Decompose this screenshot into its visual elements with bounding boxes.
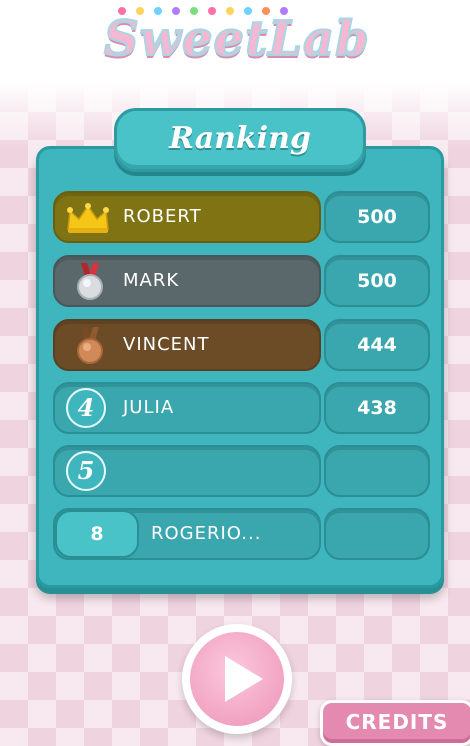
player-name: MARK [123, 270, 180, 291]
play-button[interactable] [182, 624, 292, 734]
silver-medal-icon [77, 263, 103, 300]
ranking-row: 4 JULIA 438 [53, 382, 430, 434]
player-score: 500 [357, 206, 397, 228]
score-cell [324, 508, 430, 560]
player-name: ROBERT [123, 206, 202, 227]
name-cell: VINCENT [53, 319, 321, 371]
player-name: JULIA [123, 397, 175, 418]
play-button-face [190, 632, 284, 726]
player-score: 500 [357, 270, 397, 292]
player-score: 444 [357, 334, 397, 356]
name-cell: 5 [53, 445, 321, 497]
rank-number: 4 [66, 388, 106, 428]
ranking-title: Ranking [169, 121, 311, 156]
ranking-row: VINCENT 444 [53, 319, 430, 371]
name-cell: ROBERT [53, 191, 321, 243]
play-icon [225, 656, 263, 702]
current-player-row: 8 ROGERIO... [53, 508, 430, 560]
current-player-name: ROGERIO... [151, 523, 262, 544]
name-cell: 8 ROGERIO... [53, 508, 321, 560]
bronze-medal-icon [77, 327, 103, 364]
name-cell: 4 JULIA [53, 382, 321, 434]
player-name: VINCENT [123, 334, 210, 355]
player-score: 438 [357, 397, 397, 419]
name-cell: MARK [53, 255, 321, 307]
ranking-title-tab: Ranking [114, 108, 366, 172]
score-cell: 500 [324, 255, 430, 307]
rank-number: 5 [66, 451, 106, 491]
credits-button[interactable]: CREDITS [320, 700, 470, 746]
current-player-score [326, 510, 428, 558]
current-player-rank: 8 [55, 510, 139, 558]
score-cell: 500 [324, 191, 430, 243]
logo-text: SweetLab [103, 10, 370, 68]
game-logo: SweetLab [103, 4, 370, 70]
ranking-row: 5 [53, 445, 430, 497]
ranking-board: ROBERT 500 MARK 500 VINCENT 444 4 JULIA … [36, 146, 444, 588]
ranking-row: ROBERT 500 [53, 191, 430, 243]
score-cell: 444 [324, 319, 430, 371]
player-score [326, 447, 428, 495]
crown-icon [67, 203, 109, 233]
score-cell: 438 [324, 382, 430, 434]
ranking-row: MARK 500 [53, 255, 430, 307]
score-cell [324, 445, 430, 497]
